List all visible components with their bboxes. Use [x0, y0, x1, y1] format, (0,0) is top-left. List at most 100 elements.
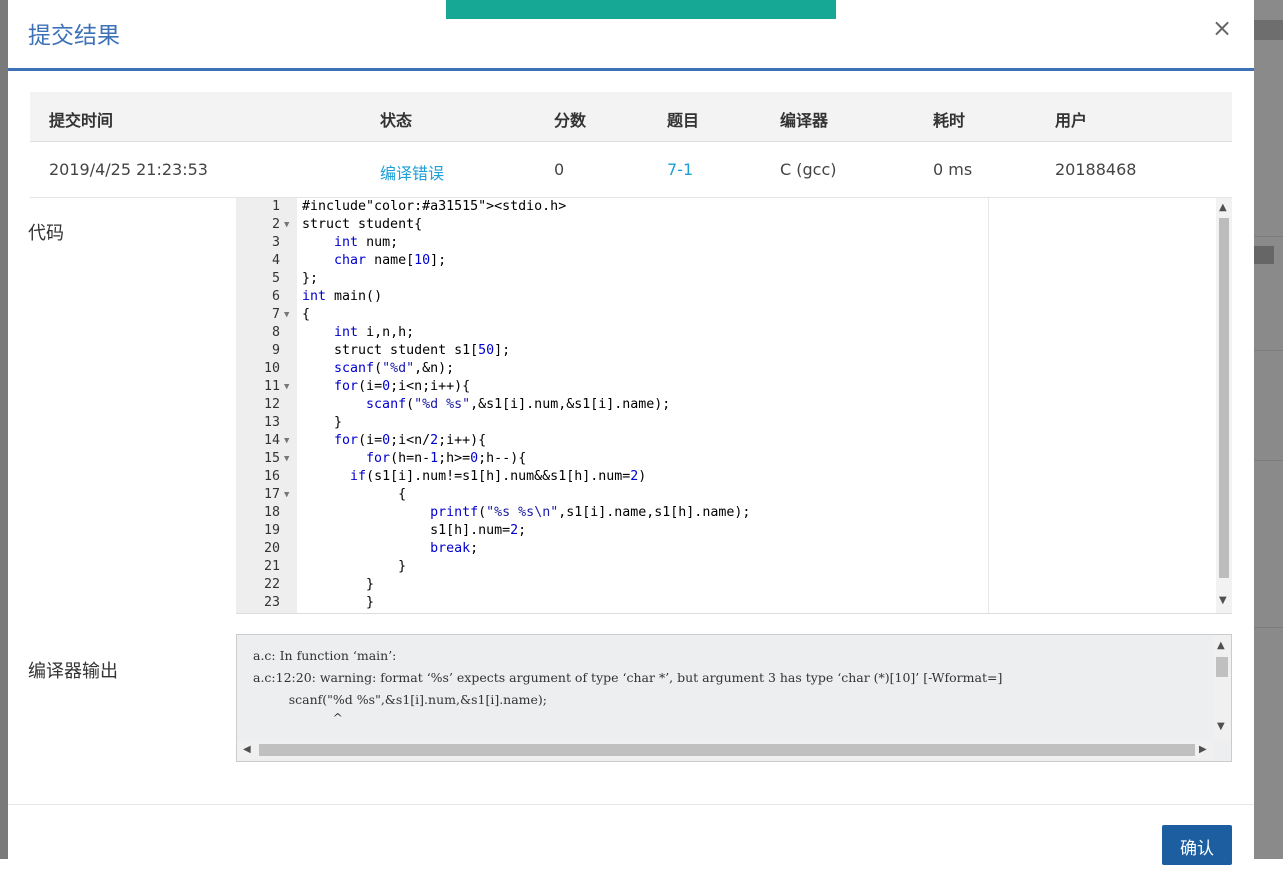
page-backdrop-right [1254, 0, 1283, 859]
code-text: } [302, 415, 343, 430]
line-number: 13 [263, 415, 280, 430]
fold-icon[interactable]: ▼ [284, 450, 289, 468]
code-line: 13 } [236, 414, 1216, 432]
scroll-down-icon[interactable]: ▼ [1217, 721, 1225, 732]
header-compiler: 编译器 [780, 111, 829, 130]
table-row: 2019/4/25 21:23:53 编译错误 0 7-1 C (gcc) 0 … [30, 142, 1232, 198]
line-number: 23 [263, 595, 280, 610]
cell-duration: 0 ms [933, 160, 973, 179]
fold-icon[interactable]: ▼ [284, 216, 289, 234]
backdrop-divider [1254, 350, 1283, 351]
compiler-output-label: 编译器输出 [28, 661, 118, 682]
line-number: 10 [263, 361, 280, 376]
line-number: 15 [263, 451, 280, 466]
line-number: 22 [263, 577, 280, 592]
compiler-output-box[interactable]: a.c: In function ‘main’: a.c:12:20: warni… [236, 634, 1232, 762]
line-number: 7 [271, 307, 280, 322]
code-text: } [302, 559, 407, 574]
scroll-up-icon[interactable]: ▲ [1217, 640, 1225, 651]
code-text: struct student{ [302, 217, 423, 232]
scrollbar-thumb[interactable] [259, 744, 1195, 756]
header-duration: 耗时 [933, 111, 966, 130]
line-number: 9 [271, 343, 280, 358]
line-number: 16 [263, 469, 280, 484]
scroll-left-icon[interactable]: ◀ [243, 744, 251, 755]
code-line: 7 ▼ { [236, 306, 1216, 324]
editor-vertical-scrollbar[interactable]: ▲ ▼ [1216, 198, 1232, 613]
dialog-title: 提交结果 [28, 23, 120, 49]
backdrop-divider [1254, 236, 1283, 237]
scroll-up-icon[interactable]: ▲ [1219, 202, 1227, 213]
code-text: int num; [334, 235, 399, 250]
header-user: 用户 [1055, 111, 1088, 130]
confirm-button[interactable]: 确认 [1162, 825, 1232, 865]
cell-submit-time: 2019/4/25 21:23:53 [49, 160, 208, 179]
line-number: 6 [271, 289, 280, 304]
line-number: 12 [263, 397, 280, 412]
line-number: 17 [263, 487, 280, 502]
backdrop-element [1254, 20, 1283, 40]
line-number: 21 [263, 559, 280, 574]
code-text: } [302, 577, 375, 592]
fold-icon[interactable]: ▼ [284, 378, 289, 396]
code-text: struct student s1[50]; [302, 343, 511, 358]
line-number: 18 [263, 505, 280, 520]
code-text: }; [302, 271, 319, 286]
code-line: 23 } [236, 594, 1216, 612]
code-line: 8 int i,n,h; [236, 324, 1216, 342]
fold-icon[interactable]: ▼ [284, 306, 289, 324]
toast-notification [446, 0, 836, 19]
status-link[interactable]: 编译错误 [380, 160, 444, 184]
code-text: { [302, 307, 311, 322]
code-line: 3 int num; [236, 234, 1216, 252]
code-line: 18 printf("%s %s\n",s1[i].name,s1[h].nam… [236, 504, 1216, 522]
line-number: 3 [271, 235, 280, 250]
code-line: 10 scanf("%d",&n); [236, 360, 1216, 378]
code-line: 2 ▼ struct student{ [236, 216, 1216, 234]
scroll-right-icon[interactable]: ▶ [1199, 744, 1207, 755]
code-line: 6 int main() [236, 288, 1216, 306]
line-number: 2 [271, 217, 280, 232]
code-line: 11 ▼ for(i=0;i<n;i++){ [236, 378, 1216, 396]
header-score: 分数 [554, 111, 587, 130]
code-line: 12 scanf("%d %s",&s1[i].num,&s1[i].name)… [236, 396, 1216, 414]
line-number: 20 [263, 541, 280, 556]
code-line: 17 ▼ { [236, 486, 1216, 504]
header-problem: 题目 [667, 111, 700, 130]
code-line: 21 } [236, 558, 1216, 576]
code-line: 1 #include"color:#a31515"><stdio.h> [236, 198, 1216, 216]
scroll-down-icon[interactable]: ▼ [1219, 595, 1227, 606]
output-line: ^ [253, 710, 343, 725]
code-label: 代码 [28, 223, 64, 244]
code-text: #include"color:#a31515"><stdio.h> [302, 199, 567, 214]
cell-score: 0 [554, 160, 565, 179]
code-text: int i,n,h; [334, 325, 415, 340]
line-number: 14 [263, 433, 280, 448]
fold-icon[interactable]: ▼ [284, 432, 289, 450]
output-vertical-scrollbar[interactable]: ▲ ▼ [1213, 635, 1231, 741]
code-text: s1[h].num=2; [302, 523, 527, 538]
code-line: 22 } [236, 576, 1216, 594]
code-text: char name[10]; [334, 253, 447, 268]
header-submit-time: 提交时间 [49, 111, 114, 130]
problem-link[interactable]: 7-1 [667, 160, 693, 179]
scrollbar-thumb[interactable] [1219, 218, 1229, 578]
fold-icon[interactable]: ▼ [284, 486, 289, 504]
line-number: 4 [271, 253, 280, 268]
backdrop-divider [1254, 627, 1283, 628]
code-editor[interactable]: 1 #include"color:#a31515"><stdio.h> 2 ▼ stru… [236, 198, 1232, 614]
code-text: printf("%s %s\n",s1[i].name,s1[h].name); [430, 505, 751, 520]
code-text: if(s1[i].num!=s1[h].num&&s1[h].num=2) [350, 469, 647, 484]
output-horizontal-scrollbar[interactable]: ◀ ▶ [237, 741, 1213, 759]
code-text: scanf("%d",&n); [334, 361, 455, 376]
code-line: 4 char name[10]; [236, 252, 1216, 270]
code-line: 9 struct student s1[50]; [236, 342, 1216, 360]
line-number: 1 [271, 199, 280, 214]
backdrop-element [1254, 246, 1274, 264]
code-text: scanf("%d %s",&s1[i].num,&s1[i].name); [366, 397, 671, 412]
close-icon[interactable]: × [1212, 14, 1232, 42]
code-line: 20 break; [236, 540, 1216, 558]
scrollbar-thumb[interactable] [1216, 657, 1228, 677]
code-line: 19 s1[h].num=2; [236, 522, 1216, 540]
table-header: 提交时间 状态 分数 题目 编译器 耗时 用户 [30, 92, 1232, 142]
